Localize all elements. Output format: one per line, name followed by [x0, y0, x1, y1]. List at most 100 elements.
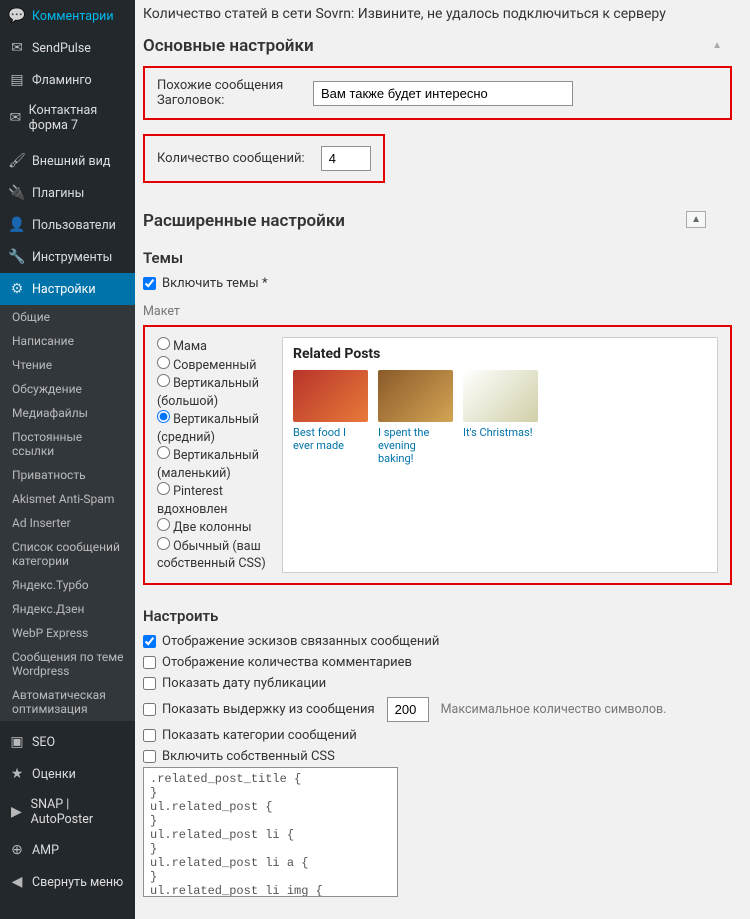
sidebar-item[interactable]: ◀Свернуть меню [0, 866, 135, 898]
menu-icon: ▤ [8, 71, 26, 89]
sidebar-subitem[interactable]: Приватность [0, 463, 135, 487]
sidebar-item[interactable]: 🔌 Плагины [0, 177, 135, 209]
sidebar-item-label: Оценки [32, 767, 76, 782]
layout-radio[interactable] [157, 356, 170, 369]
menu-icon: ▣ [8, 733, 26, 751]
layout-option[interactable]: Две колонны [157, 518, 272, 537]
themes-heading: Темы [143, 241, 732, 273]
sidebar-item[interactable]: ★ Оценки [0, 758, 135, 790]
option-checkbox[interactable] [143, 677, 156, 690]
enable-themes-checkbox[interactable] [143, 277, 156, 290]
layout-radio[interactable] [157, 518, 170, 531]
sidebar-subitem[interactable]: Ad Inserter [0, 511, 135, 535]
menu-icon: ⊕ [8, 841, 26, 859]
sidebar-item[interactable]: ⊕ AMP [0, 834, 135, 866]
option-checkbox[interactable] [143, 635, 156, 648]
sidebar-subitem[interactable]: Обсуждение [0, 377, 135, 401]
sidebar-subitem[interactable]: Яндекс.Дзен [0, 597, 135, 621]
sidebar-item[interactable]: ✉SendPulse [0, 32, 135, 64]
option-checkbox[interactable] [143, 729, 156, 742]
sidebar-subitem[interactable]: Автоматическая оптимизация [0, 683, 135, 721]
sidebar-item-label: SEO [32, 735, 55, 750]
layout-option[interactable]: Вертикальный (средний) [157, 410, 272, 446]
preview-thumb [378, 370, 453, 422]
highlight-box-heading: Похожие сообщения Заголовок: [143, 66, 732, 120]
layout-radio-group: Мама Современный Вертикальный (большой) … [157, 337, 272, 573]
post-count-input[interactable] [321, 146, 371, 171]
sidebar-subitem[interactable]: Написание [0, 329, 135, 353]
sidebar-item-label: SNAP | AutoPoster [31, 797, 127, 827]
admin-sidebar: 💬Комментарии✉SendPulse ▤ Фламинго ✉Контактн… [0, 0, 135, 919]
sovrn-status-text: Количество статей в сети Sovrn: Извините… [143, 0, 732, 30]
sidebar-subitem[interactable]: Список сообщений категории [0, 535, 135, 573]
option-checkbox[interactable] [143, 656, 156, 669]
sidebar-subitem[interactable]: Постоянные ссылки [0, 425, 135, 463]
sidebar-item[interactable]: ▶ SNAP | AutoPoster [0, 790, 135, 834]
sidebar-item[interactable]: 💬Комментарии [0, 0, 135, 32]
preview-thumb [293, 370, 368, 422]
sidebar-item-label: Инструменты [32, 250, 112, 265]
sidebar-subitem[interactable]: Общие [0, 305, 135, 329]
sidebar-item[interactable]: ✉Контактная форма 7 [0, 96, 135, 140]
menu-icon: ★ [8, 765, 26, 783]
basic-settings-heading: Основные настройки ▲ [143, 30, 732, 66]
sidebar-subitem[interactable]: Чтение [0, 353, 135, 377]
show-excerpt-checkbox[interactable] [143, 703, 156, 716]
sidebar-item[interactable]: ▤ Фламинго [0, 64, 135, 96]
customize-heading: Настроить [143, 599, 732, 631]
layout-radio[interactable] [157, 537, 170, 550]
main-content: Количество статей в сети Sovrn: Извините… [135, 0, 750, 919]
sidebar-item[interactable]: 👤Пользователи [0, 209, 135, 241]
sidebar-item-label: Контактная форма 7 [29, 103, 127, 133]
menu-icon: ⚙ [8, 280, 26, 298]
sidebar-item[interactable]: 🔧Инструменты [0, 241, 135, 273]
layout-option[interactable]: Современный [157, 356, 272, 375]
preview-title: Related Posts [293, 346, 707, 362]
sidebar-item-label: Плагины [32, 186, 84, 201]
menu-icon: 🔌 [8, 184, 26, 202]
layout-option[interactable]: Обычный (ваш собственный CSS) [157, 537, 272, 573]
sidebar-subitem[interactable]: WebP Express [0, 621, 135, 645]
sidebar-subitem[interactable]: Яндекс.Турбо [0, 573, 135, 597]
layout-option[interactable]: Вертикальный (большой) [157, 374, 272, 410]
sidebar-item-label: Свернуть меню [32, 875, 123, 890]
menu-icon: ▶ [8, 803, 25, 821]
preview-pane: Related Posts Best food I ever made I spe… [282, 337, 718, 573]
preview-thumb [463, 370, 538, 422]
sidebar-item-label: Комментарии [32, 9, 114, 24]
menu-icon: 👤 [8, 216, 26, 234]
layout-radio[interactable] [157, 482, 170, 495]
layout-radio[interactable] [157, 446, 170, 459]
css-editor-textarea[interactable] [143, 767, 398, 897]
sidebar-item-label: SendPulse [32, 41, 91, 56]
sidebar-item[interactable]: ⚙ Настройки [0, 273, 135, 305]
sidebar-item-label: Фламинго [32, 73, 92, 88]
layout-radio[interactable] [157, 410, 170, 423]
preview-caption: Best food I ever made [293, 426, 368, 452]
layout-option[interactable]: Pinterest вдохновлен [157, 482, 272, 518]
preview-card: I spent the evening baking! [378, 370, 453, 466]
sidebar-subitem[interactable]: Akismet Anti-Spam [0, 487, 135, 511]
sidebar-item-label: Настройки [32, 282, 96, 297]
excerpt-suffix-label: Максимальное количество символов. [441, 702, 667, 717]
sidebar-subitem[interactable]: Сообщения по теме Wordpress [0, 645, 135, 683]
sidebar-item-label: AMP [32, 843, 59, 858]
preview-card: Best food I ever made [293, 370, 368, 466]
sidebar-subitem[interactable]: Медиафайлы [0, 401, 135, 425]
layout-option[interactable]: Вертикальный (маленький) [157, 446, 272, 482]
layout-radio[interactable] [157, 337, 170, 350]
collapse-icon[interactable]: ▲ [712, 40, 722, 51]
option-label: Отображение эскизов связанных сообщений [162, 634, 439, 649]
layout-option[interactable]: Мама [157, 337, 272, 356]
layout-radio[interactable] [157, 374, 170, 387]
option-checkbox[interactable] [143, 750, 156, 763]
related-heading-input[interactable] [313, 81, 573, 106]
post-count-label: Количество сообщений: [157, 151, 305, 166]
enable-themes-label: Включить темы * [162, 276, 268, 291]
scroll-top-button[interactable]: ▲ [686, 211, 706, 228]
sidebar-item[interactable]: ▣ SEO [0, 726, 135, 758]
highlight-box-layout: Мама Современный Вертикальный (большой) … [143, 325, 732, 585]
sidebar-item[interactable]: 🖌Внешний вид [0, 145, 135, 177]
excerpt-length-input[interactable] [387, 697, 429, 722]
preview-caption: It's Christmas! [463, 426, 538, 439]
